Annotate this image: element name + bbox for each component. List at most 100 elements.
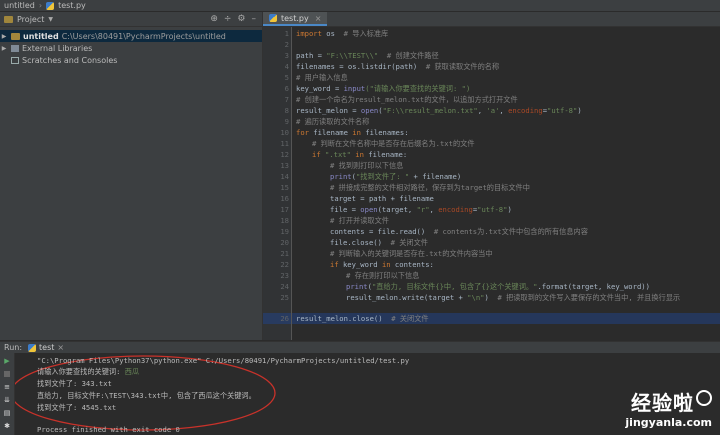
code-line: if ".txt" in filename: [312,150,408,159]
target-icon[interactable]: ⊕ [210,14,218,24]
run-label: Run: [4,343,23,352]
stop-icon[interactable] [2,369,12,379]
project-panel-title[interactable]: Project [17,15,44,24]
line-number: 5 [284,73,289,82]
console-line: Process finished with exit code 0 [37,425,180,434]
console-line: 请输入你要查找的关键词: 西瓜 [37,367,140,376]
code-line: path = "F:\\TEST\\" # 创建文件路径 [296,51,439,60]
python-file-icon [28,343,37,352]
collapse-icon[interactable]: ÷ [224,14,232,24]
line-number: 12 [280,150,289,159]
tree-item-label: Scratches and Consoles [22,55,118,65]
file-crumb[interactable]: test.py [58,1,86,10]
line-number: 8 [284,106,289,115]
code-line: result_melon = open("F:\\result_melon.tx… [296,106,582,115]
chevron-down-icon[interactable]: ▼ [48,16,53,23]
code-line: # 遍历读取的文件名称 [296,117,370,126]
code-line: filenames = os.listdir(path) # 获取读取文件的名称 [296,62,500,71]
code-line: if key_word in contents: [330,260,434,269]
line-number: 19 [280,227,289,236]
code-line: import os # 导入标准库 [296,29,389,38]
line-number: 20 [280,238,289,247]
tree-item-untitled[interactable]: ▶ untitled C:\Users\80491\PycharmProject… [0,30,262,42]
tab-test-py[interactable]: test.py × [263,12,328,26]
folder-icon [11,32,20,40]
code-line: contents = file.read() # contents为.txt文件… [330,227,588,236]
console-line: "C:\Program Files\Python37\python.exe" C… [37,356,410,365]
code-line: key_word = input("请输入你要查找的关键词: ") [296,84,471,93]
code-line: # 判断输入的关键词是否存在.txt的文件内容当中 [330,249,493,258]
line-number: 16 [280,194,289,203]
close-icon[interactable]: × [315,14,322,23]
tab-label: test.py [281,13,309,23]
scroll-to-end-icon[interactable]: ⇊ [2,395,12,405]
line-number: 21 [280,249,289,258]
line-number: 4 [284,62,289,71]
soft-wrap-icon[interactable]: ≡ [2,382,12,392]
editor-tab-bar: test.py × [263,12,720,27]
code-line: # 用户输入信息 [296,73,348,82]
code-line: print("直给力, 目标文件{}中, 包含了{}这个关键词。".format… [346,282,650,291]
line-number: 18 [280,216,289,225]
library-icon [11,44,19,52]
breadcrumb: untitled › test.py [0,0,720,12]
code-line: file = open(target, "r", encoding="utf-8… [330,205,512,214]
code-line: result_melon.write(target + "\n") # 把读取到… [346,293,681,302]
expand-triangle-icon[interactable]: ▶ [0,33,8,40]
line-number: 22 [280,260,289,269]
code-editor[interactable]: import os # 导入标准库 path = "F:\\TEST\\" # … [292,27,720,340]
tree-item-label: External Libraries [22,43,93,53]
console-user-input: 西瓜 [124,367,140,376]
run-tab-test[interactable]: test × [28,343,64,352]
print-icon[interactable]: ▤ [2,408,12,418]
tree-item-scratches[interactable]: Scratches and Consoles [0,54,262,66]
rerun-icon[interactable]: ▶ [2,356,12,366]
project-panel-header: Project ▼ ⊕ ÷ ⚙ – [0,12,262,27]
line-number: 6 [284,84,289,93]
code-line: print("找到文件了: " + filename) [330,172,462,181]
watermark-cn: 经验啦 [625,387,712,416]
chevron-right-icon: › [38,1,43,10]
check-icon [696,390,712,406]
code-line: # 存在则打印以下信息 [346,271,420,280]
run-toolbar: ▶ ≡ ⇊ ▤ ✱ [0,353,15,435]
code-line: # 找到则打印以下信息 [330,161,404,170]
python-file-icon [269,14,277,22]
line-number: 9 [284,117,289,126]
tree-item-external-libraries[interactable]: ▶ External Libraries [0,42,262,54]
line-number: 14 [280,172,289,181]
hide-icon[interactable]: – [252,14,257,24]
tree-item-path: C:\Users\80491\PycharmProjects\untitled [61,31,226,41]
line-number: 23 [280,271,289,280]
line-number: 7 [284,95,289,104]
code-line: # 拼接成完整的文件相对路径，保存到为target的目标文件中 [330,183,530,192]
code-line: # 打开并读取文件 [330,216,389,225]
code-line: file.close() # 关闭文件 [330,238,428,247]
line-number-gutter: 1 2 3 4 5 6 7 8 9 10 11 12 13 14 15 16 1… [263,27,292,340]
gear-icon[interactable]: ⚙ [237,14,245,24]
tree-item-label: untitled [23,31,59,41]
code-line: # 创建一个命名为result_melon.txt的文件，以追加方式打开文件 [296,95,518,104]
line-number: 2 [284,40,289,49]
line-number: 3 [284,51,289,60]
line-number: 1 [284,29,289,38]
console-output[interactable]: "C:\Program Files\Python37\python.exe" C… [15,353,720,435]
project-crumb[interactable]: untitled [4,1,35,10]
line-number: 13 [280,161,289,170]
expand-triangle-icon[interactable]: ▶ [0,45,8,52]
console-line: 直给力, 目标文件F:\TEST\343.txt中, 包含了西瓜这个关键词。 [37,391,256,400]
pin-icon[interactable]: ✱ [2,421,12,431]
line-number: 11 [280,139,289,148]
line-number: 26 [280,314,289,323]
project-panel: Project ▼ ⊕ ÷ ⚙ – ▶ untitled C:\Users\80… [0,12,263,340]
scratches-icon [11,56,19,64]
python-file-icon [46,1,55,10]
close-icon[interactable]: × [57,343,64,352]
code-line: # 判断在文件名称中是否存在后缀名为.txt的文件 [312,139,475,148]
project-tree: ▶ untitled C:\Users\80491\PycharmProject… [0,27,262,66]
code-line: for filename in filenames: [296,128,409,137]
run-panel-header: Run: test × [0,341,720,353]
code-line-current: result_melon.close() # 关闭文件 [296,314,429,323]
code-line: target = path + filename [330,194,434,203]
run-tab-label: test [39,343,55,352]
